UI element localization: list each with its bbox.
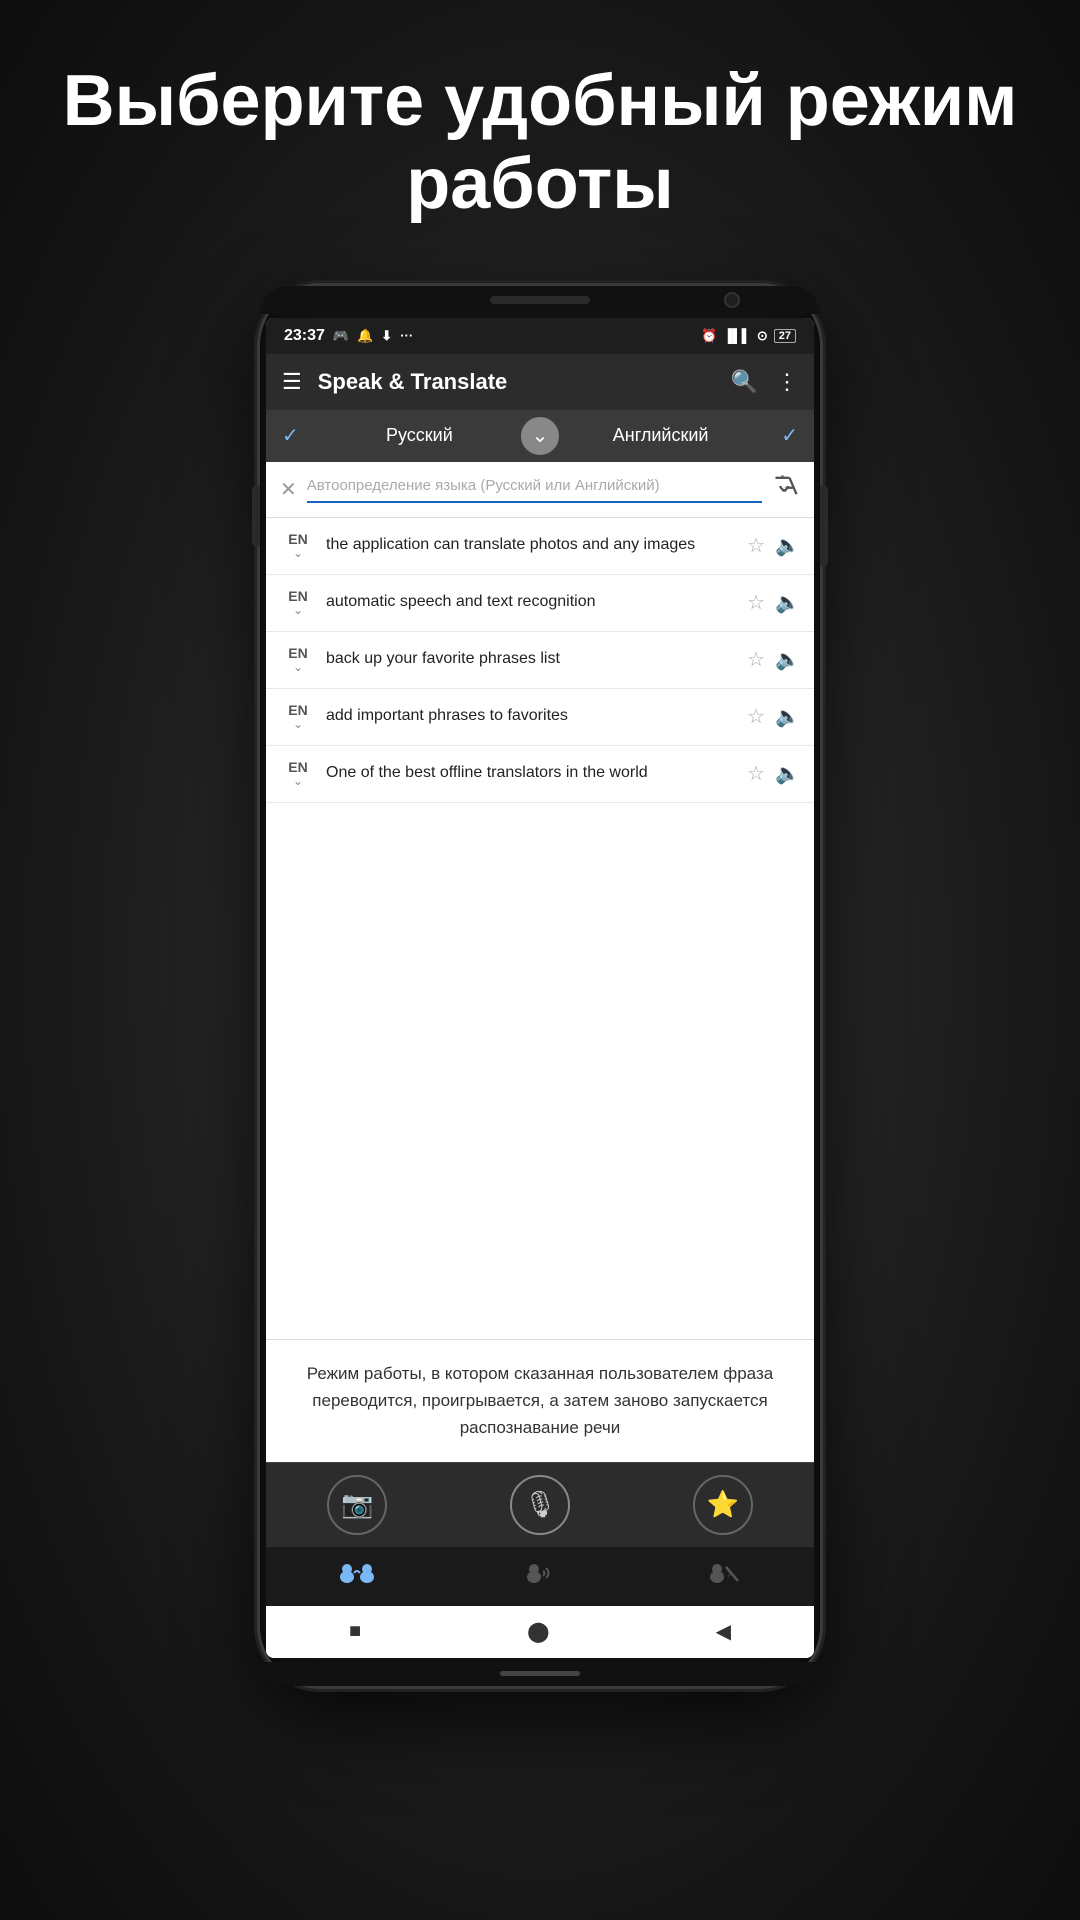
phone-speaker bbox=[490, 296, 590, 304]
item-text-3[interactable]: add important phrases to favorites bbox=[326, 705, 737, 727]
system-nav-bar: ■ ⬤ ◀ bbox=[266, 1606, 814, 1658]
conversation-icon bbox=[338, 1559, 376, 1594]
microphone-button[interactable]: 🎙 bbox=[510, 1475, 570, 1535]
item-text-0[interactable]: the application can translate photos and… bbox=[326, 534, 737, 556]
search-area: ✕ Автоопределение языка (Русский или Анг… bbox=[266, 462, 814, 518]
language-bar: ✓ Русский ⌄ Английский ✓ bbox=[266, 410, 814, 462]
lang-left-check-icon: ✓ bbox=[266, 423, 299, 448]
list-item: EN ⌄ back up your favorite phrases list … bbox=[266, 632, 814, 689]
page-title: Выберите удобный режим работы bbox=[3, 60, 1078, 226]
audio-mode-icon bbox=[521, 1559, 559, 1594]
app-title: Speak & Translate bbox=[318, 369, 731, 395]
bottom-actions: 📷 🎙 ⭐ bbox=[266, 1462, 814, 1547]
item-text-2[interactable]: back up your favorite phrases list bbox=[326, 648, 737, 670]
status-game-icon: 🎮 bbox=[333, 328, 349, 344]
favorite-icon-3[interactable]: ☆ bbox=[747, 704, 765, 729]
search-icon[interactable]: 🔍 bbox=[731, 369, 758, 395]
phone-bottom bbox=[260, 1662, 820, 1686]
mode-tabs bbox=[266, 1547, 814, 1606]
list-item: EN ⌄ One of the best offline translators… bbox=[266, 746, 814, 803]
camera-icon: 📷 bbox=[341, 1489, 373, 1520]
status-signal-icon: ▐▌▌ bbox=[723, 328, 751, 343]
language-target[interactable]: Английский bbox=[540, 425, 781, 446]
favorite-icon-1[interactable]: ☆ bbox=[747, 590, 765, 615]
favorite-icon-2[interactable]: ☆ bbox=[747, 647, 765, 672]
translation-output: Режим работы, в котором сказанная пользо… bbox=[266, 1339, 814, 1462]
star-icon: ⭐ bbox=[706, 1489, 738, 1520]
favorite-icon-4[interactable]: ☆ bbox=[747, 761, 765, 786]
status-bell-icon: 🔔 bbox=[357, 328, 373, 344]
chevron-down-icon: ⌄ bbox=[532, 423, 549, 448]
translate-icon[interactable] bbox=[772, 472, 800, 507]
status-download-icon: ⬇ bbox=[381, 328, 392, 344]
status-dots: ··· bbox=[400, 328, 413, 343]
app-toolbar: ☰ Speak & Translate 🔍 ⋮ bbox=[266, 354, 814, 410]
list-item: EN ⌄ add important phrases to favorites … bbox=[266, 689, 814, 746]
lang-right-check-icon: ✓ bbox=[781, 423, 814, 448]
phone-camera bbox=[724, 292, 740, 308]
status-time: 23:37 bbox=[284, 327, 325, 345]
phone-volume-button bbox=[252, 486, 260, 546]
search-placeholder: Автоопределение языка (Русский или Англи… bbox=[307, 477, 660, 494]
lang-badge-3: EN ⌄ bbox=[280, 703, 316, 731]
audio-icon-3[interactable]: 🔈 bbox=[775, 704, 800, 729]
nav-stop-button[interactable]: ■ bbox=[349, 1620, 361, 1643]
translation-output-text: Режим работы, в котором сказанная пользо… bbox=[307, 1364, 773, 1437]
nav-back-button[interactable]: ◀ bbox=[716, 1619, 731, 1644]
item-text-4[interactable]: One of the best offline translators in t… bbox=[326, 762, 737, 784]
status-left: 23:37 🎮 🔔 ⬇ ··· bbox=[284, 327, 413, 345]
status-battery: 27 bbox=[774, 329, 796, 343]
home-indicator bbox=[500, 1671, 580, 1676]
language-swap-button[interactable]: ⌄ bbox=[518, 414, 562, 458]
toolbar-icons: 🔍 ⋮ bbox=[731, 369, 798, 395]
language-source[interactable]: Русский bbox=[299, 425, 540, 446]
clear-input-icon[interactable]: ✕ bbox=[280, 477, 297, 502]
mode-tab-audio[interactable] bbox=[509, 1555, 571, 1598]
list-item: EN ⌄ the application can translate photo… bbox=[266, 518, 814, 575]
list-item: EN ⌄ automatic speech and text recogniti… bbox=[266, 575, 814, 632]
lang-badge-2: EN ⌄ bbox=[280, 646, 316, 674]
mode-tab-silent[interactable] bbox=[692, 1555, 754, 1598]
item-text-1[interactable]: automatic speech and text recognition bbox=[326, 591, 737, 613]
more-options-icon[interactable]: ⋮ bbox=[776, 369, 798, 395]
microphone-icon: 🎙 bbox=[523, 1489, 556, 1520]
favorite-icon-0[interactable]: ☆ bbox=[747, 533, 765, 558]
lang-badge-1: EN ⌄ bbox=[280, 589, 316, 617]
phone-power-button bbox=[820, 486, 828, 566]
silent-mode-icon bbox=[704, 1559, 742, 1594]
camera-button[interactable]: 📷 bbox=[327, 1475, 387, 1535]
audio-icon-4[interactable]: 🔈 bbox=[775, 761, 800, 786]
nav-home-button[interactable]: ⬤ bbox=[527, 1619, 549, 1644]
menu-icon[interactable]: ☰ bbox=[282, 369, 302, 395]
mode-tab-conversation[interactable] bbox=[326, 1555, 388, 1598]
favorites-button[interactable]: ⭐ bbox=[693, 1475, 753, 1535]
translation-input[interactable]: Автоопределение языка (Русский или Англи… bbox=[307, 475, 762, 503]
audio-icon-0[interactable]: 🔈 bbox=[775, 533, 800, 558]
lang-badge-4: EN ⌄ bbox=[280, 760, 316, 788]
title-line2: работы bbox=[406, 144, 673, 224]
audio-icon-1[interactable]: 🔈 bbox=[775, 590, 800, 615]
status-alarm-icon: ⏰ bbox=[701, 328, 717, 344]
phone-mockup: 23:37 🎮 🔔 ⬇ ··· ⏰ ▐▌▌ ⊙ 27 ☰ Speak & Tra… bbox=[260, 286, 820, 1686]
audio-icon-2[interactable]: 🔈 bbox=[775, 647, 800, 672]
phone-notch bbox=[260, 286, 820, 314]
status-wifi-icon: ⊙ bbox=[757, 328, 768, 344]
status-bar: 23:37 🎮 🔔 ⬇ ··· ⏰ ▐▌▌ ⊙ 27 bbox=[266, 318, 814, 354]
title-line1: Выберите удобный режим bbox=[63, 61, 1018, 141]
status-right: ⏰ ▐▌▌ ⊙ 27 bbox=[701, 328, 796, 344]
translation-list: EN ⌄ the application can translate photo… bbox=[266, 518, 814, 1339]
phone-screen: 23:37 🎮 🔔 ⬇ ··· ⏰ ▐▌▌ ⊙ 27 ☰ Speak & Tra… bbox=[266, 318, 814, 1658]
lang-badge-0: EN ⌄ bbox=[280, 532, 316, 560]
